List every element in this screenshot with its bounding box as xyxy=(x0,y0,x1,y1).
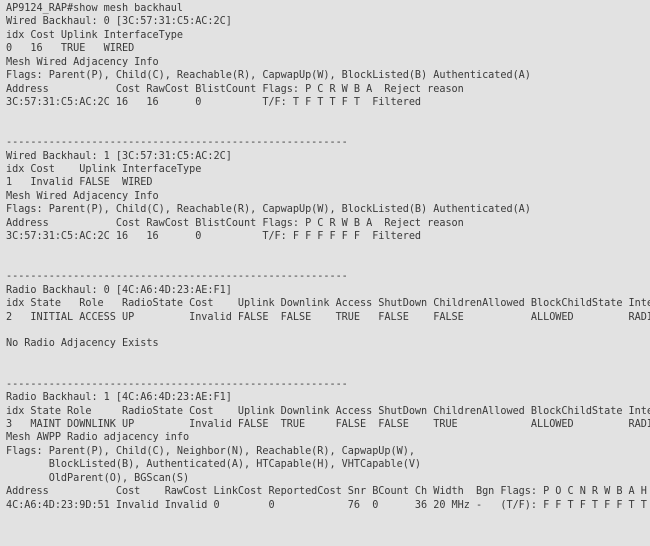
blank-line xyxy=(6,123,650,136)
radio-backhaul-0-adjacency-message: No Radio Adjacency Exists xyxy=(6,338,159,350)
wired-backhaul-1-summary-row: 1 Invalid FALSE WIRED xyxy=(6,177,153,189)
blank-line xyxy=(6,324,650,337)
console-line-command: AP9124_RAP#show mesh backhaul xyxy=(6,3,183,14)
radio-backhaul-1-title: Radio Backhaul: 1 [4C:A6:4D:23:AE:F1] xyxy=(6,392,232,404)
section-separator: ----------------------------------------… xyxy=(6,271,348,283)
wired-backhaul-1-flags-legend: Flags: Parent(P), Child(C), Reachable(R)… xyxy=(6,204,531,216)
section-separator: ----------------------------------------… xyxy=(6,137,348,149)
radio-backhaul-1-flags-legend-line2: BlockListed(B), Authenticated(A), HTCapa… xyxy=(6,459,422,471)
blank-line xyxy=(6,244,650,257)
wired-backhaul-0-flags-legend: Flags: Parent(P), Child(C), Reachable(R)… xyxy=(6,70,531,82)
wired-backhaul-0-title: Wired Backhaul: 0 [3C:57:31:C5:AC:2C] xyxy=(6,16,232,28)
radio-backhaul-1-adjacency-title: Mesh AWPP Radio adjacency info xyxy=(6,432,190,444)
radio-backhaul-0-title: Radio Backhaul: 0 [4C:A6:4D:23:AE:F1] xyxy=(6,284,232,296)
radio-backhaul-1-adjacency-header: Address Cost RawCost LinkCost ReportedCo… xyxy=(6,486,647,498)
wired-backhaul-1-adjacency-title: Mesh Wired Adjacency Info xyxy=(6,190,159,202)
radio-backhaul-1-summary-header: idx State Role RadioState Cost Uplink Do… xyxy=(6,405,650,417)
blank-line xyxy=(6,364,650,377)
blank-line xyxy=(6,351,650,364)
wired-backhaul-0-adjacency-title: Mesh Wired Adjacency Info xyxy=(6,56,159,68)
wired-backhaul-0-summary-row: 0 16 TRUE WIRED xyxy=(6,43,135,55)
wired-backhaul-1-title: Wired Backhaul: 1 [3C:57:31:C5:AC:2C] xyxy=(6,150,232,162)
wired-backhaul-1-adjacency-header: Address Cost RawCost BlistCount Flags: P… xyxy=(6,217,464,229)
wired-backhaul-1-summary-header: idx Cost Uplink InterfaceType xyxy=(6,164,202,176)
wired-backhaul-0-summary-header: idx Cost Uplink InterfaceType xyxy=(6,29,183,41)
terminal-console[interactable]: AP9124_RAP#show mesh backhaul Wired Back… xyxy=(0,0,650,546)
radio-backhaul-0-summary-header: idx State Role RadioState Cost Uplink Do… xyxy=(6,298,650,310)
wired-backhaul-0-adjacency-header: Address Cost RawCost BlistCount Flags: P… xyxy=(6,83,464,95)
radio-backhaul-0-summary-row: 2 INITIAL ACCESS UP Invalid FALSE FALSE … xyxy=(6,311,650,323)
radio-backhaul-1-adjacency-row: 4C:A6:4D:23:9D:51 Invalid Invalid 0 0 76… xyxy=(6,499,650,511)
radio-backhaul-1-flags-legend-line1: Flags: Parent(P), Child(C), Neighbor(N),… xyxy=(6,445,415,457)
radio-backhaul-1-flags-legend-line3: OldParent(O), BGScan(S) xyxy=(6,472,190,484)
wired-backhaul-1-adjacency-row: 3C:57:31:C5:AC:2C 16 16 0 T/F: F F F F F… xyxy=(6,231,422,243)
wired-backhaul-0-adjacency-row: 3C:57:31:C5:AC:2C 16 16 0 T/F: T F T T F… xyxy=(6,96,422,108)
blank-line xyxy=(6,257,650,270)
blank-line xyxy=(6,109,650,122)
section-separator: ----------------------------------------… xyxy=(6,378,348,390)
radio-backhaul-1-summary-row: 3 MAINT DOWNLINK UP Invalid FALSE TRUE F… xyxy=(6,418,650,430)
